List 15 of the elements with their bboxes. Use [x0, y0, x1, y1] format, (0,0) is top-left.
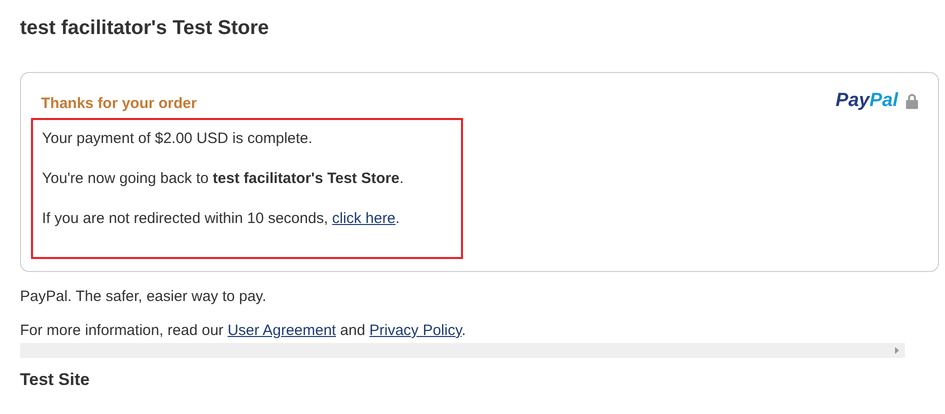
- scroll-right-icon[interactable]: [895, 347, 899, 354]
- click-here-link[interactable]: click here: [332, 210, 396, 227]
- card-heading: Thanks for your order: [41, 95, 197, 112]
- policy-link[interactable]: Privacy Policy: [369, 322, 462, 339]
- lock-icon: [906, 92, 918, 108]
- site-name: Test Site: [20, 370, 90, 390]
- tagline-text: PayPal. The safer, easier way to pay.: [20, 287, 268, 306]
- horizontal-scrollbar[interactable]: [20, 343, 905, 358]
- message-text: Your payment of $2.00 USD is complete.: [42, 129, 314, 148]
- paypal-logo: PayPal: [836, 90, 898, 112]
- message-text: If you are not redirected within 10 seconds, click here.: [42, 209, 401, 228]
- message-text: You're now going back to test facilitator's Test Store.: [42, 169, 405, 188]
- store-title: test facilitator's Test Store: [20, 17, 269, 40]
- policy-link[interactable]: User Agreement: [228, 322, 336, 339]
- info-text: For more information, read our User Agreement and Privacy Policy.: [20, 321, 467, 340]
